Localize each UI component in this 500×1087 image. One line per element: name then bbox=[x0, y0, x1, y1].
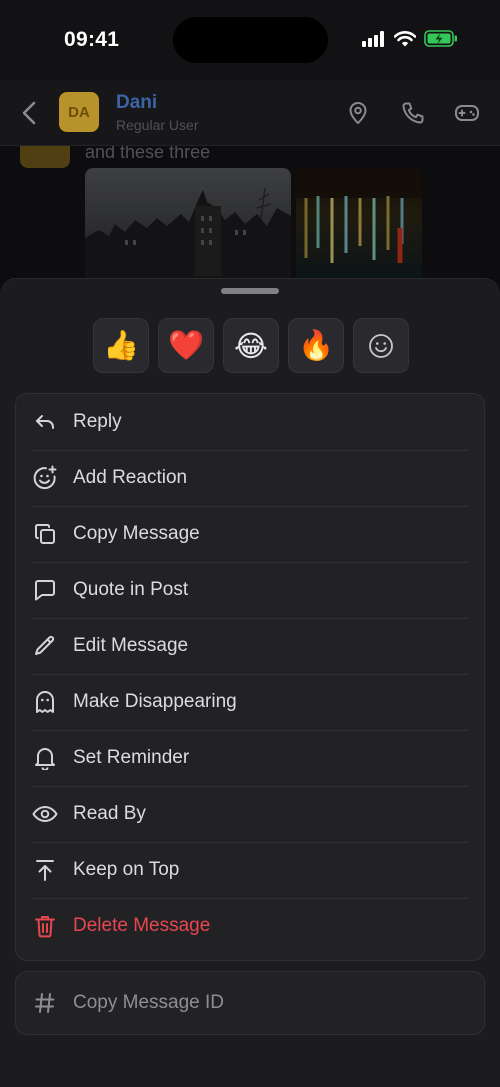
contact-name[interactable]: Dani bbox=[116, 92, 157, 114]
menu-item-read-by[interactable]: Read By bbox=[16, 786, 484, 842]
menu-item-make-disappearing[interactable]: Make Disappearing bbox=[16, 674, 484, 730]
menu-item-copy-message-id[interactable]: Copy Message ID bbox=[15, 971, 485, 1035]
dynamic-island bbox=[173, 17, 328, 63]
sheet-grabber[interactable] bbox=[221, 288, 279, 294]
message-actions-menu: Reply Add Reaction Copy Message Quote in… bbox=[15, 393, 485, 961]
bell-icon bbox=[32, 745, 58, 771]
chat-header: DA Dani Regular User bbox=[0, 80, 500, 146]
wifi-icon bbox=[394, 30, 416, 47]
menu-item-label: Add Reaction bbox=[73, 467, 188, 488]
menu-item-quote-in-post[interactable]: Quote in Post bbox=[16, 562, 484, 618]
signal-icon bbox=[362, 30, 386, 47]
reaction-heart[interactable]: ❤️ bbox=[158, 318, 214, 373]
speech-bubble-icon bbox=[32, 577, 58, 603]
reaction-fire[interactable]: 🔥 bbox=[288, 318, 344, 373]
pencil-icon bbox=[32, 633, 58, 659]
add-reaction-icon[interactable] bbox=[353, 318, 409, 373]
menu-item-copy-message[interactable]: Copy Message bbox=[16, 506, 484, 562]
menu-item-label: Delete Message bbox=[73, 915, 211, 936]
reaction-tears-of-joy[interactable]: 😂 bbox=[223, 318, 279, 373]
menu-item-reply[interactable]: Reply bbox=[16, 394, 484, 450]
location-pin-icon[interactable] bbox=[345, 100, 371, 126]
ghost-icon bbox=[32, 689, 58, 715]
menu-item-label: Read By bbox=[73, 803, 146, 824]
back-icon[interactable] bbox=[16, 98, 42, 128]
smiley-plus-icon bbox=[32, 465, 58, 491]
menu-item-edit-message[interactable]: Edit Message bbox=[16, 618, 484, 674]
reaction-thumbs-up[interactable]: 👍 bbox=[93, 318, 149, 373]
menu-item-keep-on-top[interactable]: Keep on Top bbox=[16, 842, 484, 898]
reply-icon bbox=[32, 409, 58, 435]
status-icons bbox=[362, 30, 458, 47]
avatar[interactable]: DA bbox=[59, 92, 99, 132]
menu-item-label: Copy Message bbox=[73, 523, 200, 544]
menu-item-label: Keep on Top bbox=[73, 859, 180, 880]
quick-reactions: 👍 ❤️ 😂 🔥 bbox=[93, 318, 409, 373]
pin-top-icon bbox=[32, 857, 58, 883]
copy-icon bbox=[32, 521, 58, 547]
menu-item-label: Set Reminder bbox=[73, 747, 190, 768]
status-bar: 09:41 bbox=[0, 0, 500, 80]
menu-item-label: Edit Message bbox=[73, 635, 189, 656]
menu-item-set-reminder[interactable]: Set Reminder bbox=[16, 730, 484, 786]
menu-item-label: Make Disappearing bbox=[73, 691, 237, 712]
trash-icon bbox=[32, 913, 58, 939]
gamepad-icon[interactable] bbox=[454, 100, 480, 126]
menu-item-delete-message[interactable]: Delete Message bbox=[16, 898, 484, 954]
menu-item-label: Reply bbox=[73, 411, 122, 432]
menu-item-label: Copy Message ID bbox=[73, 992, 225, 1013]
contact-subtitle: Regular User bbox=[116, 117, 199, 133]
status-time: 09:41 bbox=[64, 28, 120, 51]
eye-icon bbox=[32, 801, 58, 827]
battery-icon bbox=[424, 30, 458, 47]
menu-item-add-reaction[interactable]: Add Reaction bbox=[16, 450, 484, 506]
phone-icon[interactable] bbox=[400, 100, 426, 126]
action-sheet: 👍 ❤️ 😂 🔥 Reply Add Reaction Copy Message… bbox=[0, 278, 500, 1087]
hash-icon bbox=[32, 990, 58, 1016]
menu-item-label: Quote in Post bbox=[73, 579, 189, 600]
